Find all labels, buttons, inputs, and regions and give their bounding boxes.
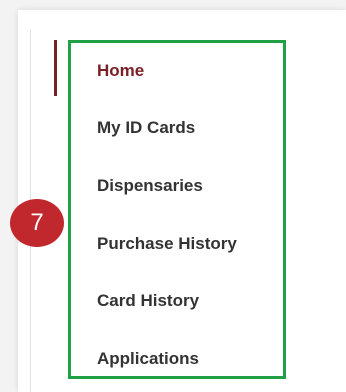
sidebar-item-card-history[interactable]: Card History [97,291,199,311]
sidebar-item-my-id-cards[interactable]: My ID Cards [97,118,195,138]
sidebar-item-dispensaries[interactable]: Dispensaries [97,176,203,196]
sidebar-item-home[interactable]: Home [97,61,144,81]
step-number-badge: 7 [10,199,64,247]
active-indicator [54,40,57,96]
sidebar-nav-highlight: Home My ID Cards Dispensaries Purchase H… [68,40,286,379]
sidebar-item-purchase-history[interactable]: Purchase History [97,234,237,254]
sidebar-item-applications[interactable]: Applications [97,349,199,369]
